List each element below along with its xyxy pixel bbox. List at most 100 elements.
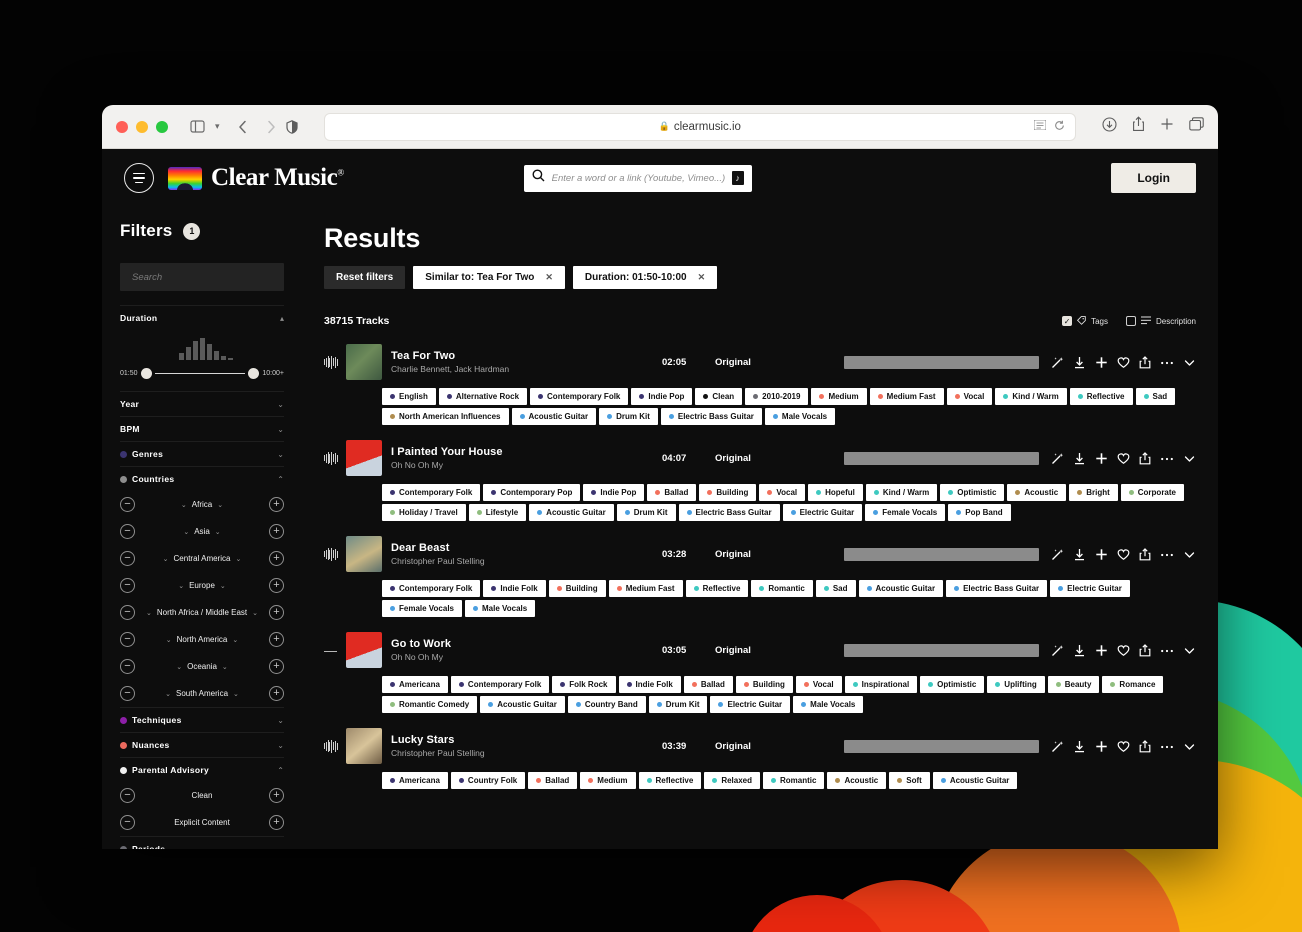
tag-chip[interactable]: Acoustic [1007, 484, 1067, 501]
track-waveform[interactable] [844, 643, 1039, 657]
hamburger-menu-icon[interactable] [124, 163, 154, 193]
music-link-icon[interactable] [731, 171, 744, 185]
chevron-down-icon[interactable]: ⌄ [181, 501, 187, 509]
filter-search-input[interactable] [120, 263, 284, 291]
track-title[interactable]: I Painted Your House [391, 446, 653, 458]
chevron-down-icon[interactable]: ▾ [215, 121, 220, 132]
tag-chip[interactable]: Electric Bass Guitar [678, 504, 780, 521]
track-row[interactable]: Dear Beast Christopher Paul Stelling 03:28… [324, 533, 1196, 617]
filter-item-row[interactable]: − ⌄ South America ⌄ + [120, 680, 284, 707]
magic-wand-icon[interactable] [1051, 740, 1064, 753]
more-icon[interactable] [1160, 452, 1174, 465]
filter-group-header[interactable]: Parental Advisory ⌃ [120, 758, 284, 782]
chevron-up-icon[interactable]: ▴ [280, 314, 284, 323]
magic-wand-icon[interactable] [1051, 356, 1064, 369]
plus-circle-icon[interactable]: + [269, 605, 284, 620]
tag-chip[interactable]: Relaxed [704, 772, 760, 789]
window-controls[interactable] [116, 120, 168, 133]
tag-chip[interactable]: Romantic [763, 772, 825, 789]
track-waveform[interactable] [844, 547, 1039, 561]
chevron-down-icon[interactable] [1183, 740, 1196, 753]
album-art[interactable] [346, 536, 382, 572]
duration-min-handle[interactable] [140, 368, 152, 379]
chevron-down-icon[interactable]: ⌄ [183, 528, 189, 536]
plus-circle-icon[interactable]: + [269, 659, 284, 674]
duration-group-header[interactable]: Duration ▴ [120, 306, 284, 330]
track-title[interactable]: Go to Work [391, 638, 653, 650]
tag-chip[interactable]: Contemporary Folk [382, 580, 481, 597]
share-icon[interactable] [1132, 116, 1145, 137]
chevron-down-icon[interactable] [1183, 356, 1196, 369]
heart-icon[interactable] [1117, 356, 1130, 369]
tag-chip[interactable]: Pop Band [948, 504, 1011, 521]
search-input[interactable] [551, 172, 725, 184]
tag-chip[interactable]: English [382, 388, 436, 405]
tag-chip[interactable]: North American Influences [382, 408, 509, 425]
tag-chip[interactable]: Medium Fast [869, 388, 944, 405]
tag-chip[interactable]: Drum Kit [599, 408, 658, 425]
tag-chip[interactable]: Sad [1135, 388, 1176, 405]
heart-icon[interactable] [1117, 644, 1130, 657]
filter-item-row[interactable]: − ⌄ North America ⌄ + [120, 626, 284, 653]
filter-group-header[interactable]: BPM ⌄ [120, 417, 284, 441]
filter-item-row[interactable]: − ⌄ Africa ⌄ + [120, 491, 284, 518]
chevron-down-icon[interactable]: ⌄ [233, 690, 239, 698]
tag-chip[interactable]: Holiday / Travel [382, 504, 466, 521]
minus-circle-icon[interactable]: − [120, 659, 135, 674]
track-artist[interactable]: Christopher Paul Stelling [391, 748, 653, 758]
tag-chip[interactable]: Folk Rock [552, 676, 616, 693]
drag-handle-waveform[interactable] [324, 738, 337, 754]
close-icon[interactable]: ✕ [545, 272, 553, 283]
plus-circle-icon[interactable]: + [269, 551, 284, 566]
share-icon[interactable] [1139, 643, 1151, 657]
description-checkbox[interactable] [1125, 316, 1136, 326]
track-waveform[interactable] [844, 739, 1039, 753]
tag-chip[interactable]: Indie Folk [483, 580, 546, 597]
filter-group-header[interactable]: Year ⌄ [120, 392, 284, 416]
tag-chip[interactable]: Acoustic Guitar [932, 772, 1018, 789]
tag-chip[interactable]: Electric Guitar [1050, 580, 1130, 597]
share-icon[interactable] [1139, 451, 1151, 465]
tag-chip[interactable]: Americana [382, 772, 448, 789]
drag-handle-waveform[interactable] [324, 546, 337, 562]
chevron-down-icon[interactable]: ⌄ [235, 555, 241, 563]
chevron-down-icon[interactable]: ⌄ [165, 690, 171, 698]
tag-chip[interactable]: Vocal [759, 484, 806, 501]
plus-circle-icon[interactable]: + [269, 578, 284, 593]
tag-chip[interactable]: Electric Guitar [782, 504, 863, 521]
tag-chip[interactable]: Electric Bass Guitar [946, 580, 1048, 597]
drag-handle-collapsed[interactable]: — [324, 642, 337, 658]
plus-circle-icon[interactable]: + [269, 815, 284, 830]
share-icon[interactable] [1139, 355, 1151, 369]
duration-range-slider[interactable]: 01:50 10:00+ [120, 368, 284, 379]
maximize-window-button[interactable] [156, 120, 168, 133]
tag-chip[interactable]: Contemporary Folk [450, 676, 550, 693]
tag-chip[interactable]: Ballad [528, 772, 578, 789]
plus-icon[interactable] [1095, 356, 1108, 369]
download-icon[interactable] [1073, 356, 1086, 369]
tag-chip[interactable]: Indie Pop [583, 484, 645, 501]
album-art[interactable] [346, 344, 382, 380]
tag-chip[interactable]: Vocal [795, 676, 842, 693]
tag-chip[interactable]: Hopeful [808, 484, 863, 501]
tag-chip[interactable]: Inspirational [844, 676, 918, 693]
magic-wand-icon[interactable] [1051, 452, 1064, 465]
more-icon[interactable] [1160, 356, 1174, 369]
filter-item-row[interactable]: − ⌄ Asia ⌄ + [120, 518, 284, 545]
minus-circle-icon[interactable]: − [120, 605, 135, 620]
close-window-button[interactable] [116, 120, 128, 133]
tag-chip[interactable]: Contemporary Folk [382, 484, 481, 501]
plus-icon[interactable] [1095, 452, 1108, 465]
chevron-down-icon[interactable] [1183, 644, 1196, 657]
minus-circle-icon[interactable]: − [120, 578, 135, 593]
tag-chip[interactable]: Female Vocals [382, 600, 462, 617]
tag-chip[interactable]: Country Band [567, 696, 646, 713]
tag-chip[interactable]: Beauty [1047, 676, 1100, 693]
tag-chip[interactable]: Corporate [1120, 484, 1184, 501]
track-artist[interactable]: Oh No Oh My [391, 652, 653, 662]
duration-max-handle[interactable] [248, 368, 260, 379]
tag-chip[interactable]: Clean [695, 388, 743, 405]
plus-icon[interactable] [1095, 644, 1108, 657]
chevron-down-icon[interactable] [1183, 452, 1196, 465]
filter-item-row[interactable]: − ⌄ Central America ⌄ + [120, 545, 284, 572]
